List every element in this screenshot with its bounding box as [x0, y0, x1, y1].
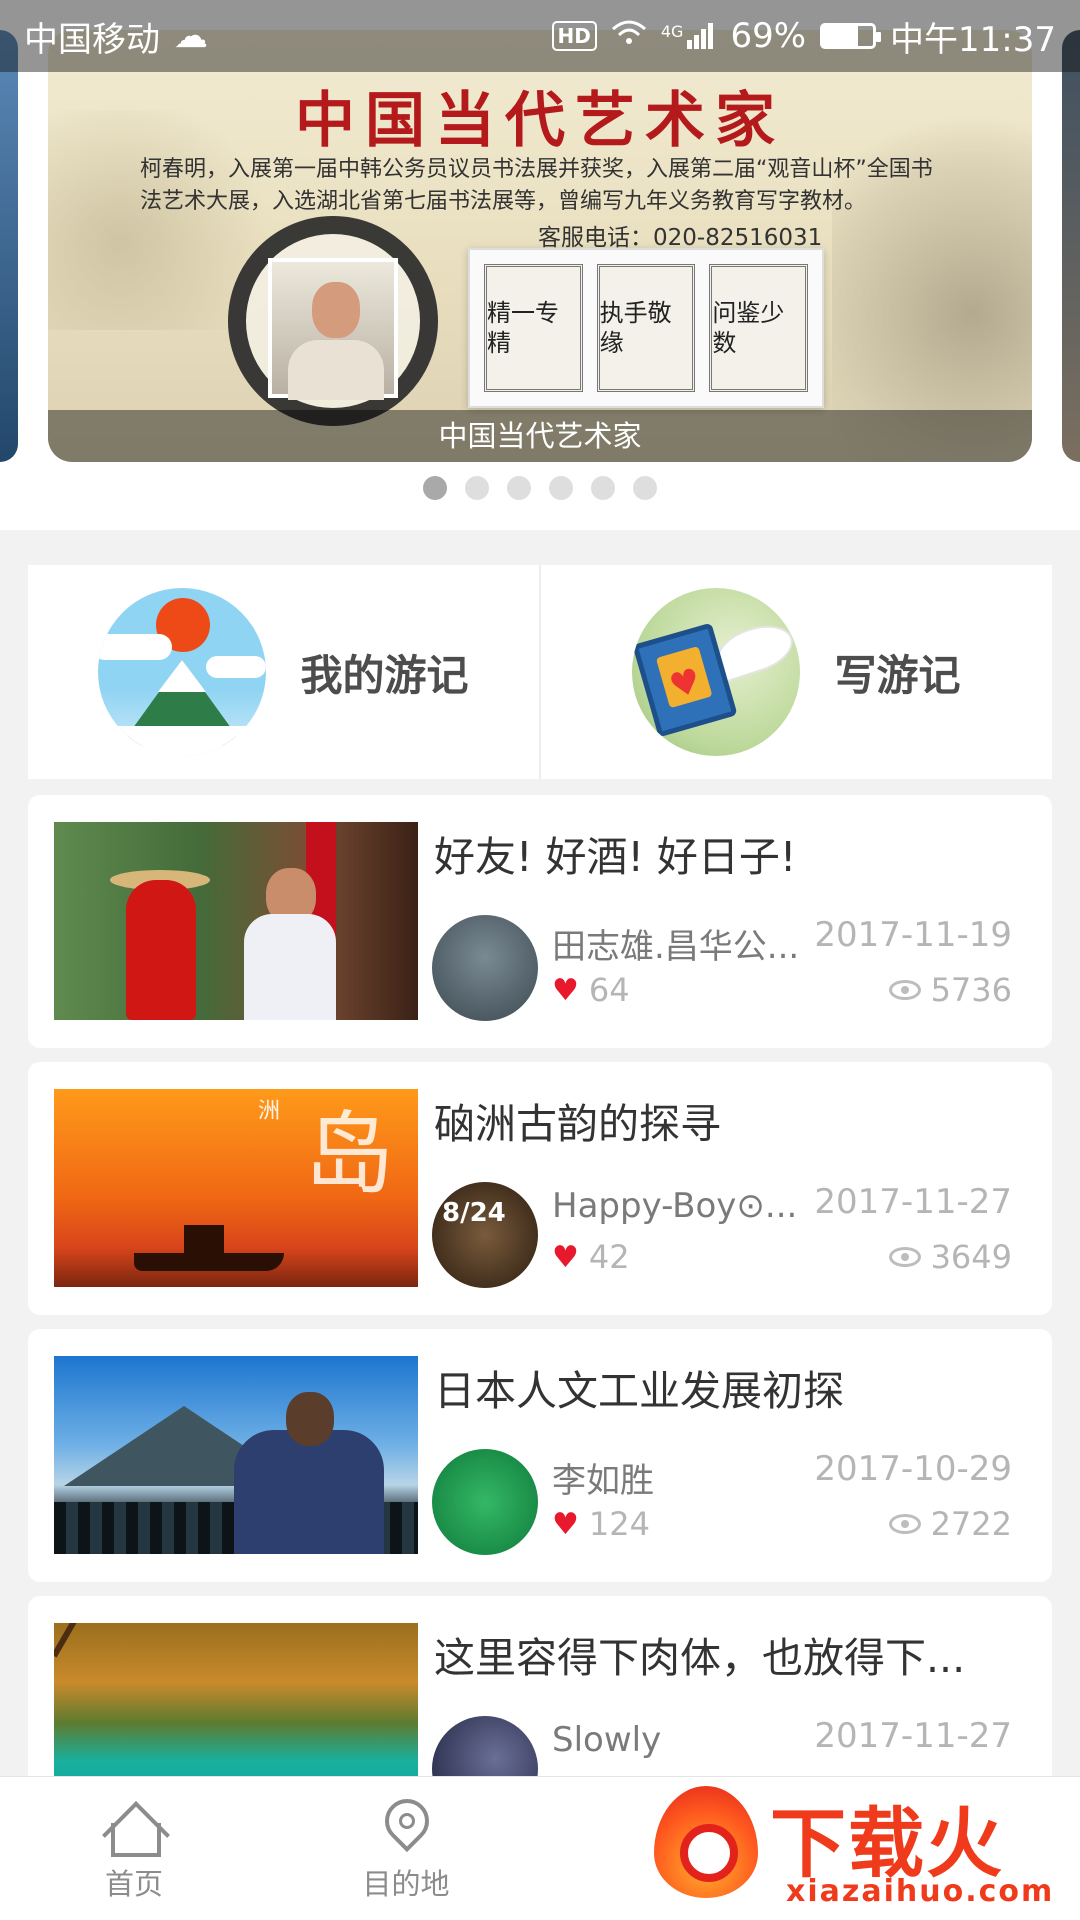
heart-icon: ♥ [552, 1239, 579, 1275]
heart-icon: ♥ [552, 1506, 579, 1542]
carousel-dot[interactable] [465, 476, 489, 500]
author-name[interactable]: Slowly [552, 1720, 810, 1760]
journal-thumbnail [54, 822, 418, 1020]
artist-portrait [268, 258, 398, 400]
journal-title: 日本人文工业发展初探 [434, 1367, 844, 1415]
carrier-name: 中国移动 [24, 19, 160, 60]
banner-phone: 客服电话：020-82516031 [538, 225, 823, 251]
author-avatar[interactable]: 8/24 [432, 1182, 538, 1288]
calligraphy-scroll: 精一专精 [484, 264, 583, 392]
view-count: 2722 [888, 1505, 1012, 1543]
banner-carousel[interactable]: 中国当代艺术家 柯春明，入展第一届中韩公务员议员书法展并获奖，入展第二届“观音山… [0, 0, 1080, 530]
travel-journal-feed: 好友! 好酒! 好日子! 田志雄.昌华公... 2017-11-19 ♥ 64 5… [28, 795, 1052, 1863]
next-slide-peek[interactable] [1062, 30, 1080, 462]
like-count[interactable]: ♥ 64 [552, 971, 630, 1009]
clock: 中午11:37 [890, 19, 1056, 60]
carousel-dot[interactable] [591, 476, 615, 500]
carousel-dot[interactable] [549, 476, 573, 500]
cellular-signal-icon: 4G [661, 22, 717, 50]
author-avatar[interactable] [432, 1449, 538, 1555]
write-journal-label: 写游记 [834, 650, 961, 700]
banner-description: 柯春明，入展第一届中韩公务员议员书法展并获奖，入展第二届“观音山杯”全国书法艺术… [140, 157, 933, 214]
journal-card[interactable]: 日本人文工业发展初探 李如胜 2017-10-29 ♥ 124 2722 [28, 1329, 1052, 1582]
calligraphy-scroll: 问鉴少数 [709, 264, 809, 392]
author-name[interactable]: Happy-Boy⊙... [552, 1186, 810, 1226]
like-count[interactable]: ♥ 124 [552, 1505, 650, 1543]
eye-icon [888, 1247, 921, 1267]
journal-title: 这里容得下肉体，也放得下... [434, 1634, 966, 1682]
hd-badge: HD [551, 21, 597, 51]
nav-destinations[interactable]: 目的地 [326, 1799, 486, 1903]
journal-title: 硇洲古韵的探寻 [434, 1100, 721, 1148]
journal-date: 2017-11-19 [814, 915, 1012, 955]
feature-shortcuts: 我的游记 ♥ 写游记 [28, 565, 1052, 779]
like-count[interactable]: ♥ 42 [552, 1238, 630, 1276]
eye-icon [888, 1514, 921, 1534]
banner-title: 中国当代艺术家 [295, 86, 785, 156]
mountain-sun-icon [98, 588, 267, 756]
calligraphy-scroll: 执手敬缘 [596, 264, 696, 392]
calligraphy-samples: 精一专精 执手敬缘 问鉴少数 [468, 248, 824, 408]
journal-date: 2017-10-29 [814, 1449, 1012, 1489]
battery-percent: 69% [730, 16, 807, 56]
write-journal-button[interactable]: ♥ 写游记 [539, 565, 1052, 779]
journal-card[interactable]: 洲 岛 硇洲古韵的探寻 8/24 Happy-Boy⊙... 2017-11-2… [28, 1062, 1052, 1315]
banner-slide[interactable]: 中国当代艺术家 柯春明，入展第一届中韩公务员议员书法展并获奖，入展第二届“观音山… [48, 30, 1032, 462]
author-name[interactable]: 李如胜 [552, 1453, 810, 1502]
author-name[interactable]: 田志雄.昌华公... [552, 919, 810, 968]
carousel-dot[interactable] [633, 476, 657, 500]
book-heart-icon: ♥ [632, 588, 801, 756]
home-icon [101, 1799, 167, 1857]
journal-title: 好友! 好酒! 好日子! [434, 833, 797, 881]
status-bar: 中国移动 ☁ HD 4G 69% 中午11:37 [0, 0, 1080, 72]
journal-card[interactable]: 好友! 好酒! 好日子! 田志雄.昌华公... 2017-11-19 ♥ 64 5… [28, 795, 1052, 1048]
eye-icon [888, 980, 921, 1000]
heart-icon: ♥ [552, 972, 579, 1008]
author-avatar[interactable] [432, 915, 538, 1021]
journal-date: 2017-11-27 [814, 1716, 1012, 1756]
battery-icon [820, 23, 882, 49]
watermark-logo: 下载火 xiazaihuo.com [636, 1776, 1080, 1920]
wifi-icon [611, 16, 647, 56]
previous-slide-peek[interactable] [0, 30, 18, 462]
watermark-url: xiazaihuo.com [786, 1874, 1055, 1909]
carousel-pagination [0, 476, 1080, 500]
weather-cloud-icon: ☁ [174, 16, 208, 56]
journal-thumbnail [54, 1356, 418, 1554]
flame-logo-icon [646, 1780, 766, 1904]
journal-thumbnail: 洲 岛 [54, 1089, 418, 1287]
my-journals-label: 我的游记 [300, 650, 469, 700]
view-count: 5736 [888, 971, 1012, 1009]
my-journals-button[interactable]: 我的游记 [28, 565, 539, 779]
carousel-dot[interactable] [507, 476, 531, 500]
location-pin-icon [381, 1799, 431, 1855]
view-count: 3649 [888, 1238, 1012, 1276]
nav-home[interactable]: 首页 [54, 1799, 214, 1903]
journal-date: 2017-11-27 [814, 1182, 1012, 1222]
banner-caption: 中国当代艺术家 [48, 410, 1032, 462]
carousel-dot[interactable] [423, 476, 447, 500]
nav-destinations-label: 目的地 [362, 1867, 450, 1901]
